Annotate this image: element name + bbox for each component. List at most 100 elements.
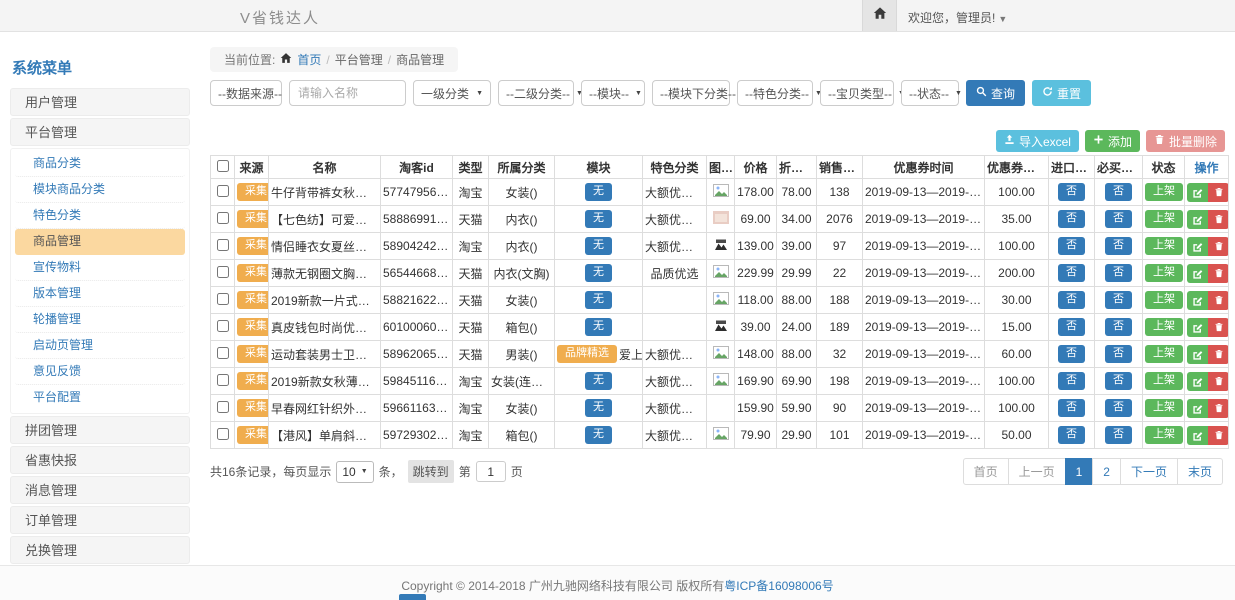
sidebar-item[interactable]: 版本管理	[15, 281, 185, 307]
must-buy-toggle[interactable]: 否	[1105, 264, 1132, 282]
row-checkbox[interactable]	[217, 347, 229, 359]
edit-button[interactable]	[1187, 318, 1208, 337]
sidebar-section[interactable]: 兑换管理	[10, 536, 190, 564]
sidebar-item[interactable]: 商品分类	[15, 151, 185, 177]
edit-button[interactable]	[1187, 291, 1208, 310]
delete-button[interactable]	[1208, 345, 1229, 364]
pager-button[interactable]: 末页	[1177, 458, 1223, 485]
edit-button[interactable]	[1187, 237, 1208, 256]
status-button[interactable]: 上架	[1145, 426, 1183, 444]
must-buy-toggle[interactable]: 否	[1105, 426, 1132, 444]
import-select-toggle[interactable]: 否	[1058, 318, 1085, 336]
delete-button[interactable]	[1208, 264, 1229, 283]
module-badge[interactable]: 无	[585, 399, 612, 417]
add-button[interactable]: 添加	[1085, 130, 1140, 152]
filter-name-input[interactable]	[289, 80, 406, 106]
module-badge[interactable]: 无	[585, 183, 612, 201]
status-button[interactable]: 上架	[1145, 183, 1183, 201]
delete-button[interactable]	[1208, 291, 1229, 310]
module-badge[interactable]: 无	[585, 372, 612, 390]
select-all-checkbox[interactable]	[217, 160, 229, 172]
status-button[interactable]: 上架	[1145, 318, 1183, 336]
row-checkbox[interactable]	[217, 212, 229, 224]
delete-button[interactable]	[1208, 399, 1229, 418]
must-buy-toggle[interactable]: 否	[1105, 183, 1132, 201]
row-checkbox[interactable]	[217, 185, 229, 197]
module-badge[interactable]: 无	[585, 264, 612, 282]
query-button[interactable]: 查询	[966, 80, 1025, 106]
reset-button[interactable]: 重置	[1032, 80, 1091, 106]
row-checkbox[interactable]	[217, 239, 229, 251]
import-select-toggle[interactable]: 否	[1058, 399, 1085, 417]
module-badge[interactable]: 无	[585, 318, 612, 336]
module-badge[interactable]: 无	[585, 237, 612, 255]
home-button[interactable]	[862, 0, 897, 31]
import-select-toggle[interactable]: 否	[1058, 183, 1085, 201]
sidebar-item[interactable]: 宣传物料	[15, 255, 185, 281]
status-button[interactable]: 上架	[1145, 210, 1183, 228]
filter-select[interactable]: --状态--▼	[901, 80, 959, 106]
filter-select[interactable]: --模块下分类--▼	[652, 80, 730, 106]
filter-select[interactable]: --二级分类--▼	[498, 80, 574, 106]
import-select-toggle[interactable]: 否	[1058, 210, 1085, 228]
sidebar-section[interactable]: 省惠快报	[10, 446, 190, 474]
delete-button[interactable]	[1208, 372, 1229, 391]
user-menu[interactable]: 欢迎您，管理员!▼	[908, 9, 1007, 26]
delete-button[interactable]	[1208, 426, 1229, 445]
row-checkbox[interactable]	[217, 374, 229, 386]
sidebar-section[interactable]: 拼团管理	[10, 416, 190, 444]
sidebar-item[interactable]: 商品管理	[15, 229, 185, 255]
filter-select[interactable]: --模块--▼	[581, 80, 645, 106]
edit-button[interactable]	[1187, 264, 1208, 283]
import-select-toggle[interactable]: 否	[1058, 426, 1085, 444]
must-buy-toggle[interactable]: 否	[1105, 399, 1132, 417]
status-button[interactable]: 上架	[1145, 399, 1183, 417]
must-buy-toggle[interactable]: 否	[1105, 318, 1132, 336]
import-select-toggle[interactable]: 否	[1058, 291, 1085, 309]
must-buy-toggle[interactable]: 否	[1105, 372, 1132, 390]
delete-button[interactable]	[1208, 210, 1229, 229]
pager-button[interactable]: 首页	[963, 458, 1009, 485]
edit-button[interactable]	[1187, 426, 1208, 445]
edit-button[interactable]	[1187, 399, 1208, 418]
sidebar-item[interactable]: 平台配置	[15, 385, 185, 411]
module-badge[interactable]: 无	[585, 426, 612, 444]
status-button[interactable]: 上架	[1145, 372, 1183, 390]
pager-button[interactable]: 下一页	[1120, 458, 1178, 485]
status-button[interactable]: 上架	[1145, 291, 1183, 309]
filter-select[interactable]: 一级分类▼	[413, 80, 491, 106]
sidebar-item[interactable]: 模块商品分类	[15, 177, 185, 203]
delete-button[interactable]	[1208, 183, 1229, 202]
import-select-toggle[interactable]: 否	[1058, 372, 1085, 390]
delete-button[interactable]	[1208, 237, 1229, 256]
import-select-toggle[interactable]: 否	[1058, 264, 1085, 282]
import-select-toggle[interactable]: 否	[1058, 345, 1085, 363]
row-checkbox[interactable]	[217, 320, 229, 332]
sidebar-section[interactable]: 用户管理	[10, 88, 190, 116]
must-buy-toggle[interactable]: 否	[1105, 291, 1132, 309]
edit-button[interactable]	[1187, 183, 1208, 202]
sidebar-section[interactable]: 消息管理	[10, 476, 190, 504]
must-buy-toggle[interactable]: 否	[1105, 210, 1132, 228]
pager-button[interactable]: 上一页	[1008, 458, 1066, 485]
sidebar-item[interactable]: 启动页管理	[15, 333, 185, 359]
batch-delete-button[interactable]: 批量删除	[1146, 130, 1225, 152]
edit-button[interactable]	[1187, 345, 1208, 364]
sidebar-item[interactable]: 轮播管理	[15, 307, 185, 333]
delete-button[interactable]	[1208, 318, 1229, 337]
import-select-toggle[interactable]: 否	[1058, 237, 1085, 255]
sidebar-section[interactable]: 订单管理	[10, 506, 190, 534]
status-button[interactable]: 上架	[1145, 264, 1183, 282]
module-badge[interactable]: 品牌精选	[557, 345, 617, 363]
status-button[interactable]: 上架	[1145, 345, 1183, 363]
icp-link[interactable]: 粤ICP备16098006号	[724, 579, 833, 593]
filter-select[interactable]: --宝贝类型--▼	[820, 80, 894, 106]
page-number-input[interactable]	[476, 461, 506, 482]
must-buy-toggle[interactable]: 否	[1105, 237, 1132, 255]
sidebar-item[interactable]: 意见反馈	[15, 359, 185, 385]
status-button[interactable]: 上架	[1145, 237, 1183, 255]
per-page-select[interactable]: 10 ▼	[336, 461, 373, 483]
module-badge[interactable]: 无	[585, 210, 612, 228]
pager-button[interactable]: 2	[1092, 458, 1121, 485]
breadcrumb-home-link[interactable]: 首页	[297, 51, 321, 68]
